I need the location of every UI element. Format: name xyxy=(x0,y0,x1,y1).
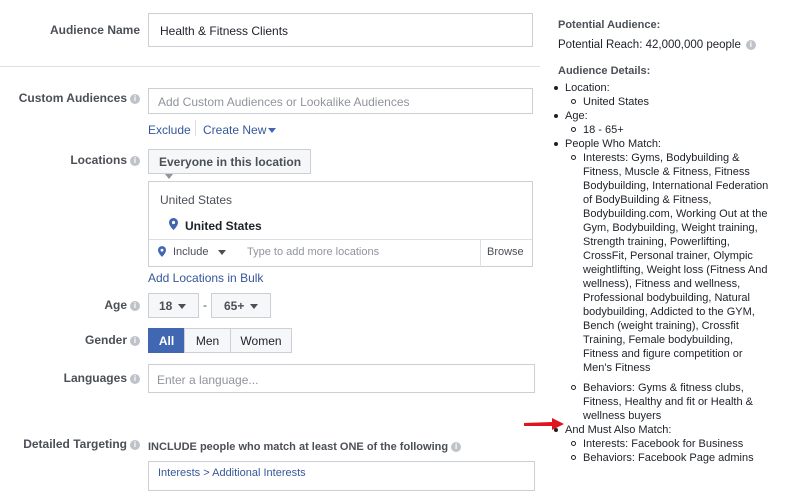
location-search-input[interactable]: Type to add more locations xyxy=(247,246,379,258)
add-locations-bulk-link[interactable]: Add Locations in Bulk xyxy=(148,271,263,285)
age-label: Age i xyxy=(104,298,140,312)
list-item: People Who Match: xyxy=(554,137,797,151)
audience-details-list: Location: United States Age: 18 - 65+ Pe… xyxy=(554,81,797,465)
behaviors-item: Behaviors: Gyms & fitness clubs, Fitness… xyxy=(565,381,797,423)
chevron-down-icon xyxy=(250,304,259,310)
detailed-targeting-box[interactable]: Interests > Additional Interests xyxy=(148,461,535,491)
location-panel: United States United States Include Type… xyxy=(148,181,533,267)
age-min-select[interactable]: 18 xyxy=(148,293,199,318)
info-icon[interactable]: i xyxy=(130,373,140,384)
gender-men-button[interactable]: Men xyxy=(184,328,231,353)
chevron-down-icon xyxy=(178,304,187,310)
include-criteria-text: INCLUDE people who match at least ONE of… xyxy=(148,441,462,453)
age-separator: - xyxy=(203,298,207,312)
chevron-down-icon xyxy=(268,128,277,134)
red-arrow-icon xyxy=(524,418,564,430)
audience-form: Audience Name Health & Fitness Clients C… xyxy=(0,0,540,491)
chevron-down-icon xyxy=(218,249,227,255)
browse-button[interactable]: Browse xyxy=(487,246,524,258)
custom-audiences-placeholder: Add Custom Audiences or Lookalike Audien… xyxy=(158,95,410,109)
interests-breadcrumb[interactable]: Interests > Additional Interests xyxy=(158,467,306,479)
audience-name-label: Audience Name xyxy=(49,23,140,37)
list-item: And Must Also Match: xyxy=(554,423,797,437)
info-icon[interactable]: i xyxy=(451,442,462,453)
location-country-header: United States xyxy=(160,193,233,207)
include-dropdown[interactable]: Include xyxy=(173,246,227,258)
languages-placeholder: Enter a language... xyxy=(157,373,259,387)
exclude-link[interactable]: Exclude xyxy=(148,123,191,137)
location-pin-icon xyxy=(169,218,178,233)
potential-audience-title: Potential Audience: xyxy=(558,19,661,31)
locations-label: Locations i xyxy=(70,153,140,167)
custom-audiences-label: Custom Audiences i xyxy=(19,91,140,105)
languages-input[interactable]: Enter a language... xyxy=(148,364,535,393)
gender-women-button[interactable]: Women xyxy=(230,328,292,353)
chevron-down-icon xyxy=(165,174,173,180)
list-item: Behaviors: Facebook Page admins xyxy=(565,451,797,465)
interests-item: Interests: Gyms, Bodybuilding & Fitness,… xyxy=(565,151,797,375)
browse-divider xyxy=(480,240,481,267)
audience-name-value: Health & Fitness Clients xyxy=(160,24,289,38)
list-item: 18 - 65+ xyxy=(565,123,797,137)
section-divider xyxy=(0,66,540,67)
list-item: Location: xyxy=(554,81,797,95)
age-max-select[interactable]: 65+ xyxy=(211,293,271,318)
detailed-targeting-label: Detailed Targeting i xyxy=(23,437,140,451)
info-icon[interactable]: i xyxy=(130,93,140,104)
gender-label: Gender i xyxy=(85,333,140,347)
selected-location[interactable]: United States xyxy=(185,219,262,233)
custom-audiences-input[interactable]: Add Custom Audiences or Lookalike Audien… xyxy=(148,88,533,114)
info-icon[interactable]: i xyxy=(130,300,140,311)
languages-label: Languages i xyxy=(64,371,140,385)
audience-details-title: Audience Details: xyxy=(558,65,651,77)
info-icon[interactable]: i xyxy=(745,39,756,50)
location-pin-icon xyxy=(158,246,166,260)
list-item: Age: xyxy=(554,109,797,123)
info-icon[interactable]: i xyxy=(130,335,140,346)
list-item: United States xyxy=(565,95,797,109)
create-new-link[interactable]: Create New xyxy=(203,123,277,137)
link-divider xyxy=(195,120,196,136)
info-icon[interactable]: i xyxy=(130,439,140,450)
audience-name-input[interactable]: Health & Fitness Clients xyxy=(148,13,533,47)
gender-all-button[interactable]: All xyxy=(148,328,185,353)
location-type-dropdown[interactable]: Everyone in this location xyxy=(148,149,311,180)
location-row-divider xyxy=(149,239,532,240)
potential-reach: Potential Reach: 42,000,000 people i xyxy=(558,38,756,52)
list-item: Interests: Facebook for Business xyxy=(565,437,797,451)
info-icon[interactable]: i xyxy=(130,155,140,166)
